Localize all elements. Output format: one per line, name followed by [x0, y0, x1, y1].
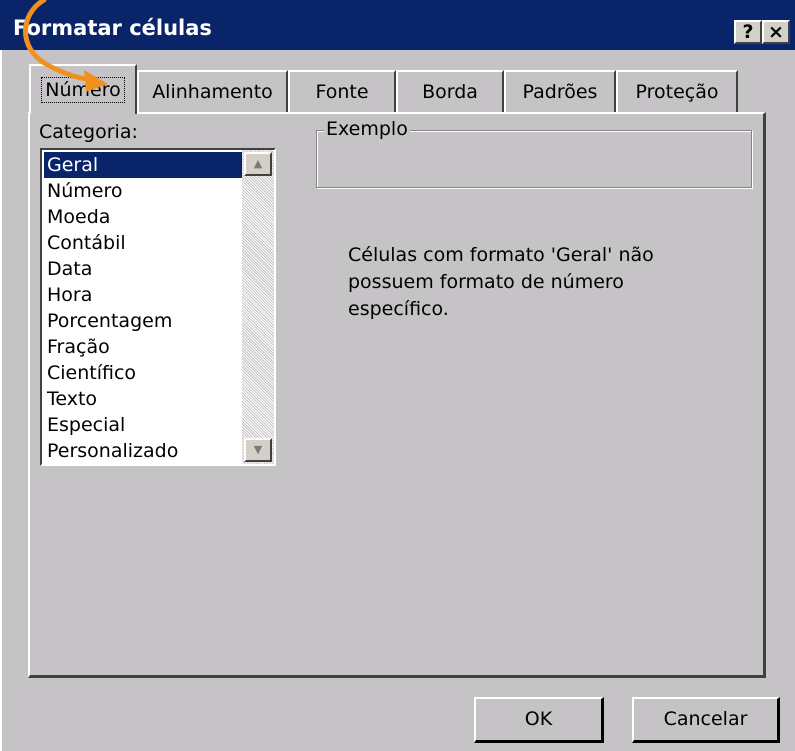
tab-label: Padrões: [522, 81, 598, 103]
list-item[interactable]: Data: [44, 256, 243, 282]
help-button[interactable]: ?: [734, 20, 762, 44]
window-title: Formatar células: [13, 16, 212, 40]
tab-label: Proteção: [635, 81, 719, 103]
scroll-down-arrow-icon[interactable]: ▼: [244, 438, 272, 462]
cancel-button[interactable]: Cancelar: [632, 697, 780, 743]
list-item[interactable]: Geral: [44, 152, 243, 178]
listbox-scrollbar[interactable]: ▲ ▼: [242, 150, 274, 464]
tab-label: Fonte: [315, 81, 369, 103]
list-item[interactable]: Número: [44, 178, 243, 204]
list-item[interactable]: Especial: [44, 412, 243, 438]
category-label-text: Categoria:: [39, 121, 138, 143]
list-item[interactable]: Texto: [44, 386, 243, 412]
tab-protecao[interactable]: Proteção: [616, 70, 738, 112]
tab-fonte[interactable]: Fonte: [288, 70, 396, 112]
ok-button[interactable]: OK: [474, 697, 604, 743]
list-item[interactable]: Fração: [44, 334, 243, 360]
tab-numero[interactable]: Número: [29, 64, 137, 114]
list-item[interactable]: Científico: [44, 360, 243, 386]
list-item[interactable]: Personalizado: [44, 438, 243, 464]
example-label: Exemplo: [324, 118, 410, 140]
category-label: Categoria:: [39, 121, 138, 143]
close-button[interactable]: ×: [762, 20, 790, 44]
tab-alinhamento[interactable]: Alinhamento: [137, 70, 288, 112]
tab-borda[interactable]: Borda: [396, 70, 504, 112]
scroll-up-arrow-icon[interactable]: ▲: [244, 152, 272, 176]
list-item[interactable]: Contábil: [44, 230, 243, 256]
category-listbox[interactable]: Geral Número Moeda Contábil Data Hora Po…: [40, 148, 276, 466]
tab-label: Número: [41, 77, 125, 103]
tab-padroes[interactable]: Padrões: [504, 70, 616, 112]
tab-label: Borda: [422, 81, 478, 103]
list-item[interactable]: Hora: [44, 282, 243, 308]
title-bar: Formatar células ? ×: [0, 0, 795, 50]
tab-label: Alinhamento: [152, 81, 273, 103]
list-item[interactable]: Porcentagem: [44, 308, 243, 334]
format-description: Células com formato 'Geral' não possuem …: [348, 244, 654, 320]
list-item[interactable]: Moeda: [44, 204, 243, 230]
